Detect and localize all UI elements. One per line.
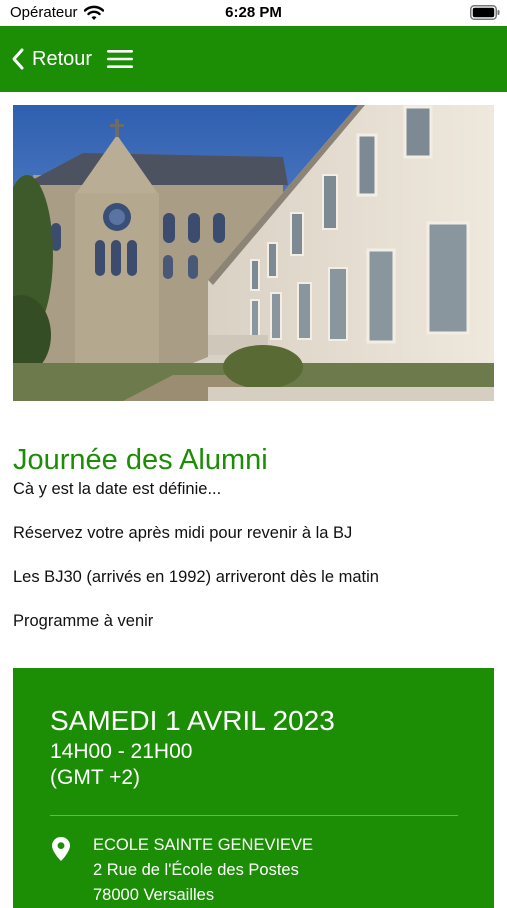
- location-name: ECOLE SAINTE GENEVIEVE: [93, 836, 314, 854]
- nav-bar: Retour: [0, 26, 507, 92]
- article-paragraph: Programme à venir: [13, 612, 154, 630]
- location-street: 2 Rue de l'École des Postes: [93, 861, 299, 879]
- location-pin-icon: [52, 837, 70, 861]
- event-card: SAMEDI 1 AVRIL 2023 14H00 - 21H00 (GMT +…: [13, 668, 494, 908]
- event-divider: [50, 815, 458, 816]
- event-date: SAMEDI 1 AVRIL 2023: [50, 705, 335, 736]
- status-bar: Opérateur 6:28 PM: [0, 0, 507, 26]
- back-button[interactable]: Retour: [10, 43, 92, 75]
- article-paragraph: Les BJ30 (arrivés en 1992) arriveront dè…: [13, 568, 379, 586]
- back-button-label: Retour: [32, 47, 93, 70]
- school-building-photo: [13, 105, 494, 401]
- event-timezone: (GMT +2): [50, 766, 141, 789]
- location-city: 78000 Versailles: [93, 886, 215, 904]
- article-title: Journée des Alumni: [13, 444, 268, 476]
- school-building-illustration: [13, 105, 494, 401]
- hamburger-menu-icon[interactable]: [106, 48, 134, 70]
- article-paragraph: Réservez votre après midi pour revenir à…: [13, 524, 353, 542]
- event-time: 14H00 - 21H00: [50, 740, 193, 763]
- article-paragraph: Cà y est la date est définie...: [13, 480, 222, 498]
- status-time: 6:28 PM: [225, 4, 282, 21]
- chevron-left-icon: [12, 48, 24, 70]
- battery-icon: [470, 5, 500, 20]
